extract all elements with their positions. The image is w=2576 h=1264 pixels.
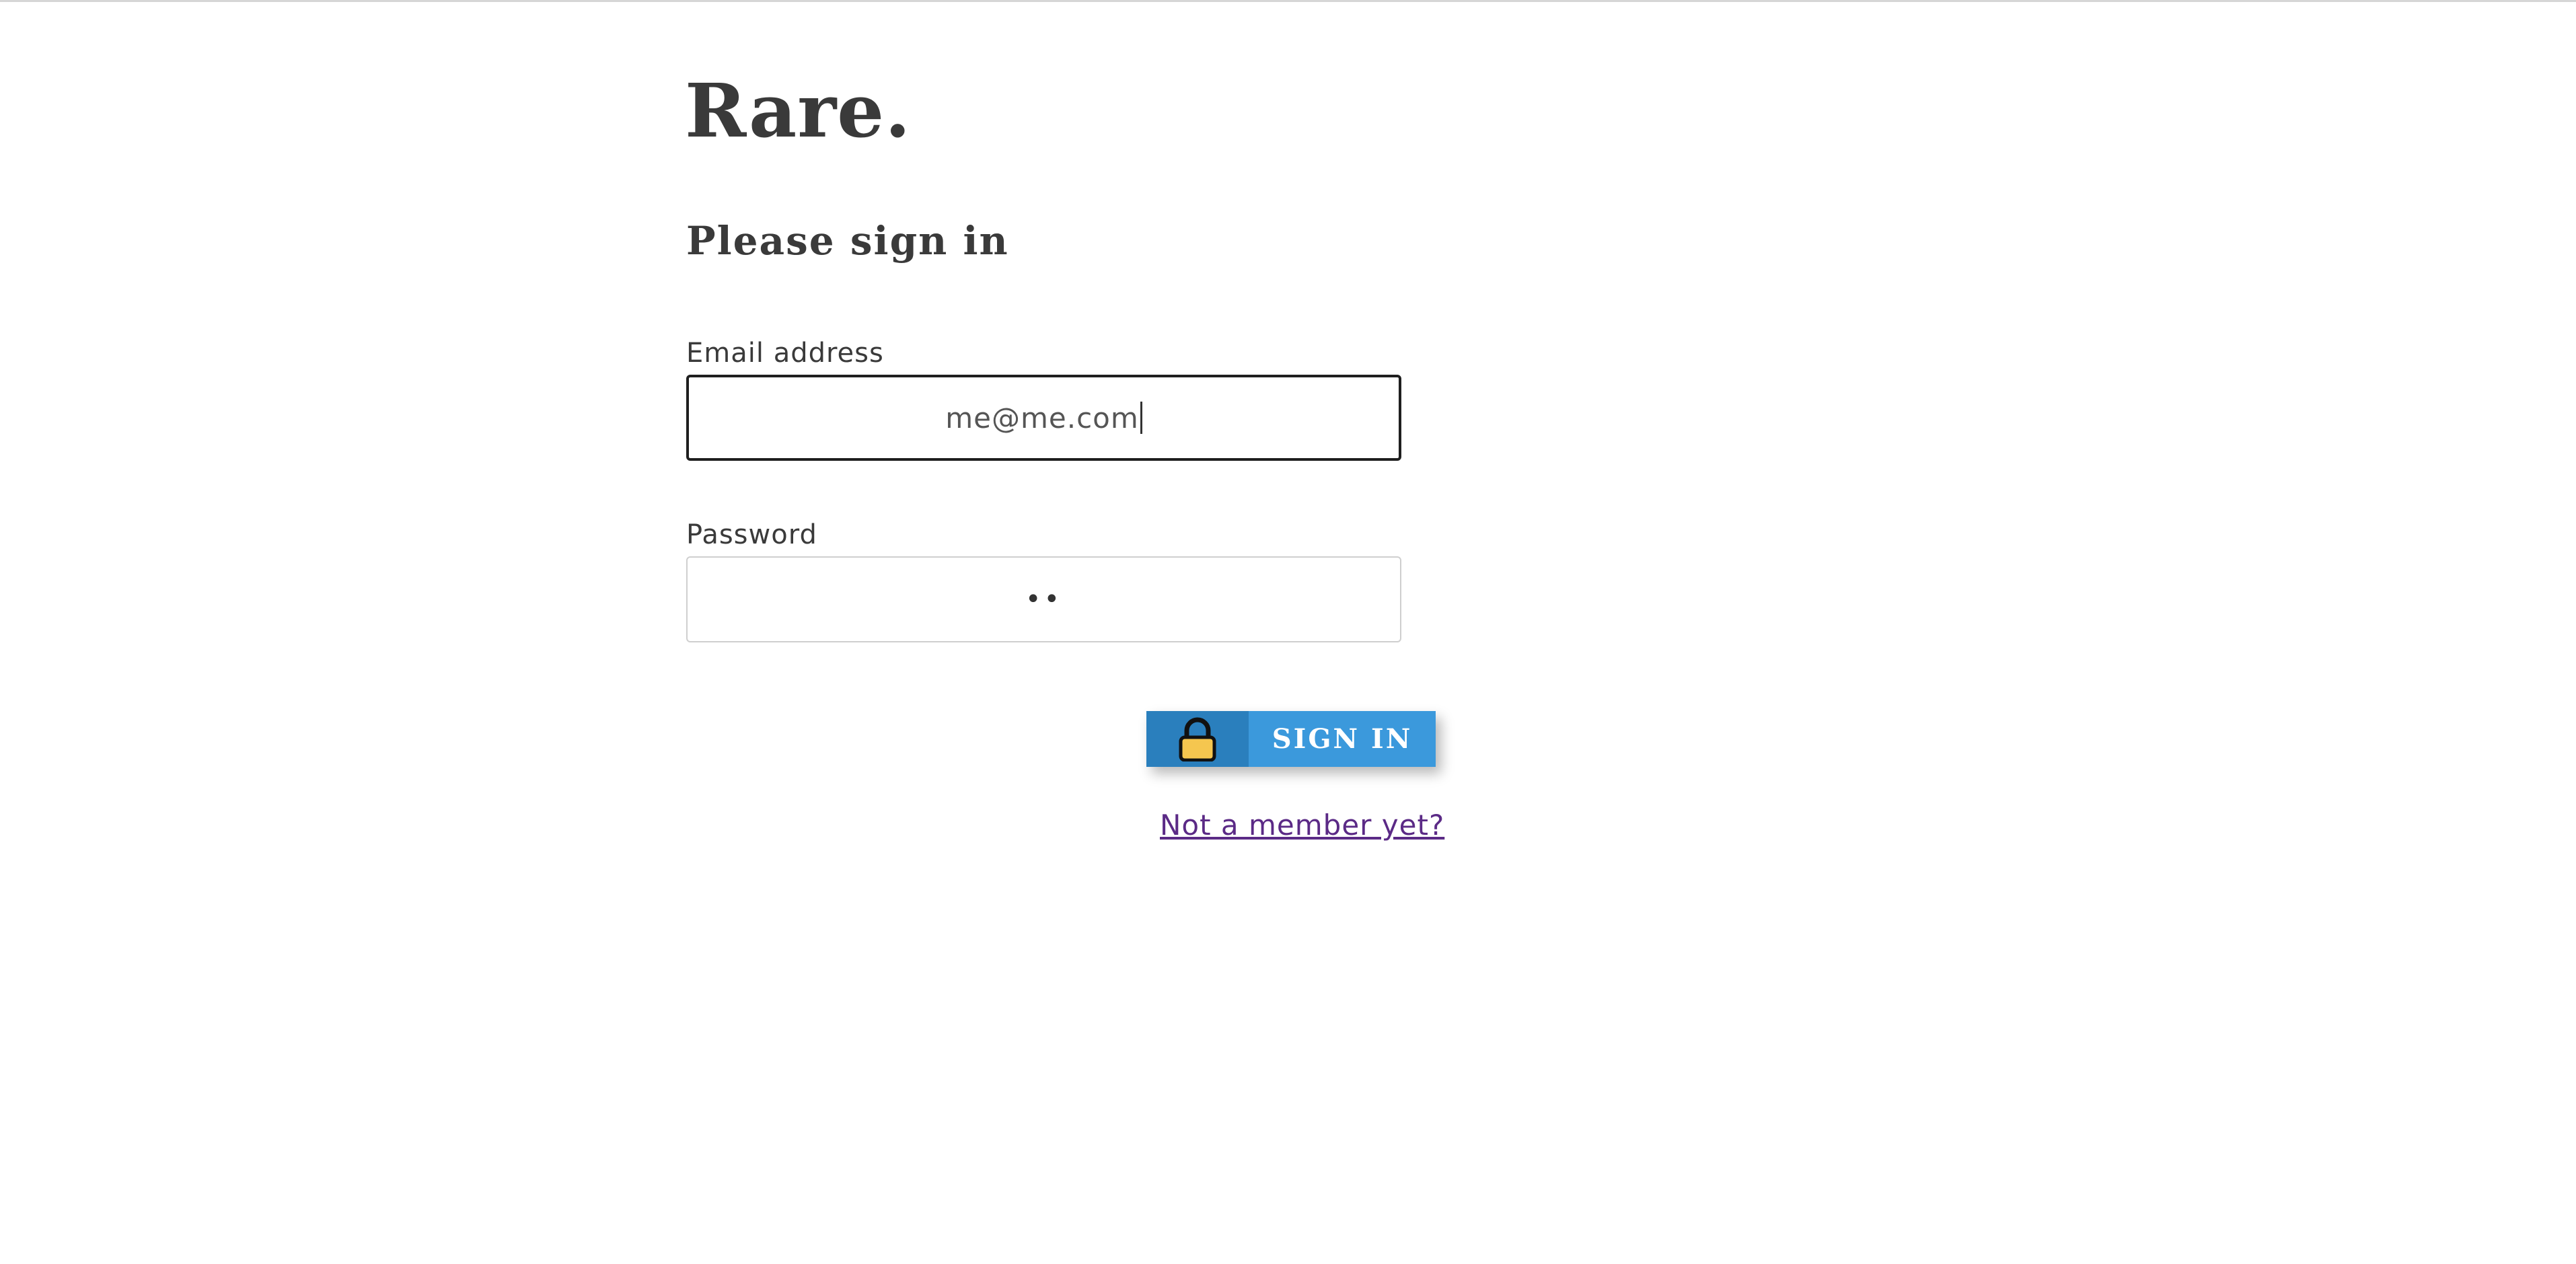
page-title: Please sign in: [686, 218, 1009, 264]
email-value: me@me.com: [945, 401, 1139, 435]
sign-in-icon-box: [1146, 711, 1249, 767]
email-field[interactable]: me@me.com: [686, 375, 1401, 461]
site-logo: Rare.: [685, 67, 912, 154]
email-label: Email address: [686, 338, 884, 369]
password-label: Password: [686, 519, 817, 550]
top-divider: [0, 0, 2576, 2]
password-masked-value: ••: [1025, 584, 1063, 615]
lock-icon: [1179, 717, 1216, 761]
sign-in-label: SIGN IN: [1249, 711, 1436, 767]
password-field[interactable]: ••: [686, 556, 1401, 642]
register-link[interactable]: Not a member yet?: [1160, 807, 1444, 844]
sign-in-button[interactable]: SIGN IN: [1146, 711, 1436, 767]
text-caret: [1140, 402, 1142, 434]
